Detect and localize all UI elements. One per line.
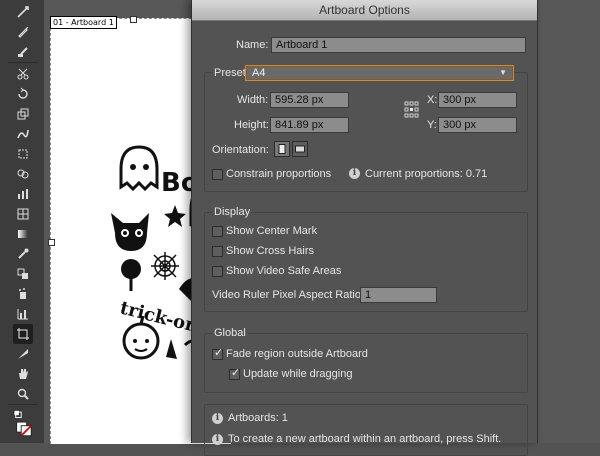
x-field[interactable]: 300 px	[438, 92, 517, 108]
height-field[interactable]: 841.89 px	[270, 117, 349, 133]
artboards-count: Artboards: 1	[228, 412, 288, 424]
width-field[interactable]: 595.28 px	[270, 92, 349, 108]
chevron-down-icon: ▼	[499, 68, 507, 77]
shape-builder-icon[interactable]	[13, 164, 33, 184]
info-icon: i	[212, 434, 223, 445]
artboard-handle[interactable]	[130, 16, 137, 23]
symbol-sprayer-icon[interactable]	[13, 284, 33, 304]
display-group-title: Display	[212, 206, 253, 218]
show-center-mark-checkbox[interactable]	[212, 226, 223, 237]
fade-region-checkbox[interactable]: ✓	[212, 347, 224, 360]
scale-icon[interactable]	[13, 104, 33, 124]
warp-icon[interactable]	[13, 124, 33, 144]
checkmark-icon: ✓	[214, 347, 224, 359]
name-field[interactable]: Artboard 1	[271, 37, 526, 53]
pixel-aspect-ratio-label: Video Ruler Pixel Aspect Ratio:	[212, 289, 365, 301]
gradient-icon[interactable]	[13, 224, 33, 244]
info-tip: To create a new artboard within an artbo…	[228, 433, 502, 445]
preset-value: A4	[252, 67, 266, 79]
info-icon: i	[212, 413, 223, 424]
constrain-proportions-label: Constrain proportions	[226, 168, 332, 180]
scissors-icon[interactable]	[13, 64, 33, 84]
global-group-title: Global	[212, 327, 248, 339]
y-label: Y:	[427, 119, 437, 131]
show-video-safe-areas-checkbox[interactable]	[212, 266, 223, 277]
free-transform-icon[interactable]	[13, 144, 33, 164]
show-cross-hairs-checkbox[interactable]	[212, 246, 223, 257]
graph-icon[interactable]	[13, 184, 33, 204]
current-proportions-text: Current proportions: 0.71	[365, 168, 488, 180]
hand-icon[interactable]	[13, 364, 33, 384]
pencil-icon[interactable]	[13, 42, 33, 62]
fade-region-label: Fade region outside Artboard	[226, 348, 368, 360]
show-center-mark-label: Show Center Mark	[226, 225, 318, 237]
dialog-title: Artboard Options	[192, 0, 537, 21]
artboard-handle[interactable]	[48, 239, 55, 246]
artboard-label: 01 - Artboard 1	[50, 16, 117, 29]
reference-point-icon[interactable]	[404, 101, 420, 122]
info-icon: i	[349, 168, 360, 179]
tools-panel	[0, 0, 45, 443]
width-label: Width:	[237, 94, 269, 106]
pixel-aspect-ratio-field[interactable]: 1	[360, 287, 437, 303]
update-while-dragging-label: Update while dragging	[243, 368, 353, 380]
portrait-orientation-button[interactable]	[274, 141, 290, 157]
mesh-icon[interactable]	[13, 204, 33, 224]
show-cross-hairs-label: Show Cross Hairs	[226, 245, 315, 257]
blend-icon[interactable]	[13, 264, 33, 284]
name-label: Name:	[236, 39, 269, 51]
fill-stroke-icon[interactable]	[13, 406, 33, 440]
update-while-dragging-checkbox[interactable]: ✓	[229, 367, 241, 380]
landscape-orientation-button[interactable]	[292, 141, 308, 157]
pen-icon[interactable]	[13, 22, 33, 42]
eyedropper-icon[interactable]	[13, 244, 33, 264]
preset-select[interactable]: A4 ▼	[245, 65, 514, 81]
show-video-safe-areas-label: Show Video Safe Areas	[226, 265, 342, 277]
y-field[interactable]: 300 px	[438, 117, 517, 133]
orientation-label: Orientation:	[212, 144, 269, 156]
column-graph-icon[interactable]	[13, 304, 33, 324]
checkmark-icon: ✓	[231, 367, 241, 379]
height-label: Height:	[234, 119, 269, 131]
constrain-proportions-checkbox[interactable]	[212, 169, 223, 180]
zoom-icon[interactable]	[13, 384, 33, 404]
global-group	[204, 333, 528, 393]
selection-icon[interactable]	[13, 2, 33, 22]
slice-icon[interactable]	[13, 344, 33, 364]
artboard-tool-icon[interactable]	[13, 324, 33, 344]
rotate-icon[interactable]	[13, 84, 33, 104]
x-label: X:	[427, 94, 438, 106]
artboard-options-dialog: Artboard Options Name: Artboard 1 Preset…	[191, 0, 538, 456]
